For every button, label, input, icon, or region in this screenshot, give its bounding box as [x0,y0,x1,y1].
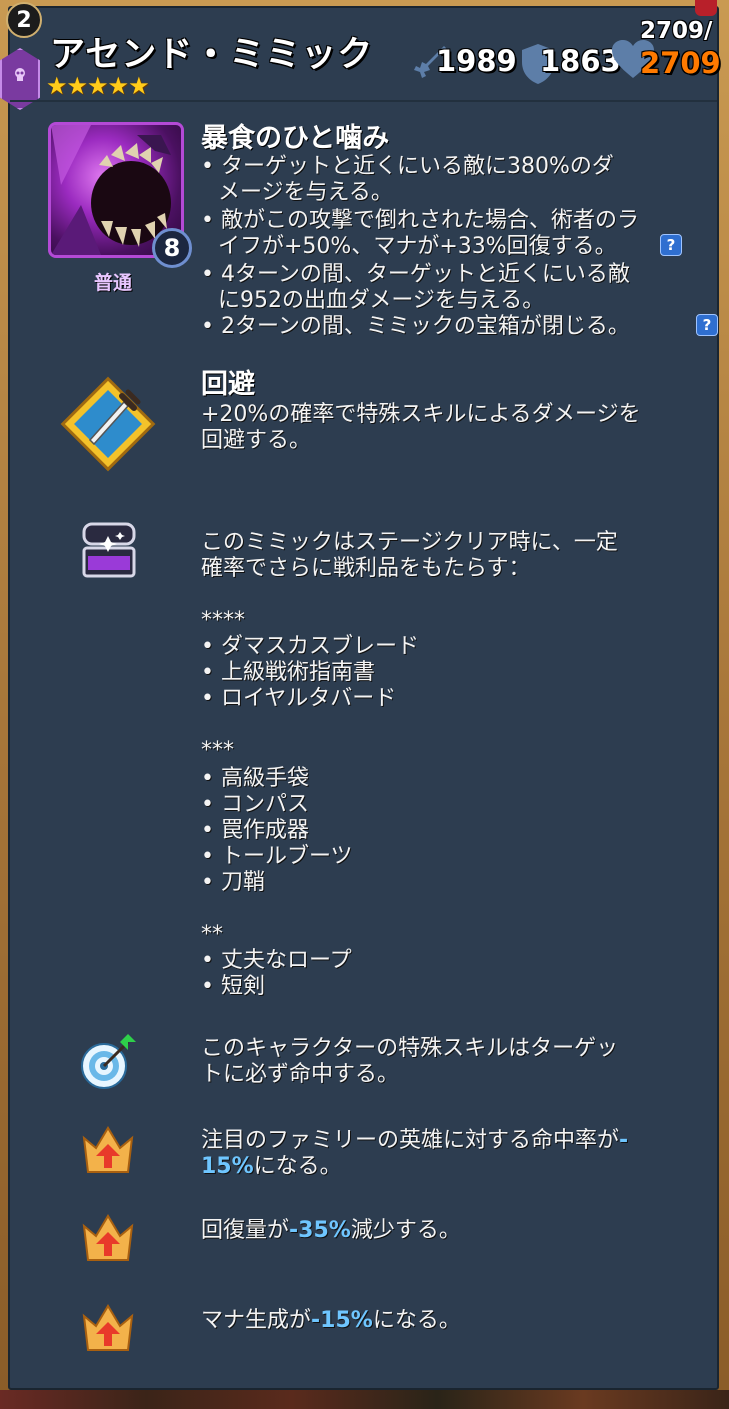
attack-stat: 1989 [410,42,520,82]
special-skill-title: 暴食のひと噛み [201,123,390,154]
crown-debuff-icon[interactable] [78,1120,138,1180]
health-current: 2709 [640,46,721,80]
skill-desc-line: • 敵がこの攻撃で倒れされた場合、術者のラ [201,208,639,233]
debuff-value: -15% [311,1308,373,1333]
trait-desc-line: このミミックはステージクリア時に、一定 [201,530,618,555]
skill-desc-line: イフが+50%、マナが+33%回復する。 [218,234,617,259]
dodge-title: 回避 [201,369,255,400]
mana-speed-badge: 8 [152,228,192,268]
crown-debuff-icon[interactable] [78,1208,138,1268]
attack-value: 1989 [436,44,517,78]
trait-desc-line: 15%になる。 [201,1154,342,1180]
loot-item: • 短剣 [201,974,265,999]
debuff-value: -35% [289,1218,351,1243]
debuff-value: - [619,1128,629,1153]
trait-desc-line: 回復量が-35%減少する。 [201,1218,461,1244]
hero-level-badge: 2 [6,2,42,38]
background-strip [0,1390,729,1409]
star-rating: ★★★★★ [46,72,150,100]
trait-desc-line: トに必ず命中する。 [201,1062,400,1087]
skill-desc-line: • 2ターンの間、ミミックの宝箱が閉じる。 [201,314,630,339]
trait-desc-line: 注目のファミリーの英雄に対する命中率が- [201,1128,628,1154]
mana-speed-label: 普通 [94,272,133,294]
loot-item: • 丈夫なロープ [201,948,352,973]
loot-tier-label: *** [201,738,234,763]
loot-item: • 高級手袋 [201,766,309,791]
loot-item: • ダマスカスブレード [201,634,419,659]
treasure-chest-icon[interactable] [80,520,138,580]
dagger-dodge-icon[interactable] [54,370,162,478]
trait-desc-line: このキャラクターの特殊スキルはターゲッ [201,1036,619,1061]
skill-desc-line: メージを与える。 [218,180,393,205]
debuff-text: になる。 [253,1154,342,1179]
defense-value: 1863 [540,44,621,78]
header-divider [10,100,717,102]
loot-item: • コンパス [201,792,309,817]
skill-desc-line: • ターゲットと近くにいる敵に380%のダ [201,154,614,179]
debuff-text: 回復量が [201,1218,290,1243]
close-gem-icon[interactable] [695,0,717,16]
hero-name: アセンド・ミミック [50,35,374,75]
loot-item: • 刀鞘 [201,870,265,895]
trait-desc-line: +20%の確率で特殊スキルによるダメージを [201,402,641,427]
loot-item: • 上級戦術指南書 [201,660,375,685]
loot-tier-label: **** [201,608,245,633]
trait-desc-line: 回避する。 [201,428,312,453]
loot-tier-label: ** [201,922,223,947]
debuff-text: になる。 [372,1308,461,1333]
debuff-text: 注目のファミリーの英雄に対する命中率が [201,1128,620,1153]
help-button[interactable]: ? [696,314,718,336]
crown-debuff-icon[interactable] [78,1298,138,1358]
loot-item: • トールブーツ [201,844,353,869]
trait-desc-line: マナ生成が-15%になる。 [201,1308,461,1334]
debuff-text: 減少する。 [350,1218,461,1243]
hero-info-panel: 2 アセンド・ミミック ★★★★★ 1989 1863 2709/ 2709 8… [0,0,721,1390]
skill-desc-line: に952の出血ダメージを与える。 [218,288,545,313]
health-max: 2709/ [640,18,713,44]
debuff-value: 15% [201,1154,254,1179]
debuff-text: マナ生成が [201,1308,312,1333]
loot-item: • ロイヤルタバード [201,686,397,711]
target-arrow-icon[interactable] [78,1030,140,1092]
trait-desc-line: 確率でさらに戦利品をもたらす： [201,556,531,581]
loot-item: • 罠作成器 [201,818,309,843]
skill-desc-line: • 4ターンの間、ターゲットと近くにいる敵 [201,262,630,287]
help-button[interactable]: ? [660,234,682,256]
